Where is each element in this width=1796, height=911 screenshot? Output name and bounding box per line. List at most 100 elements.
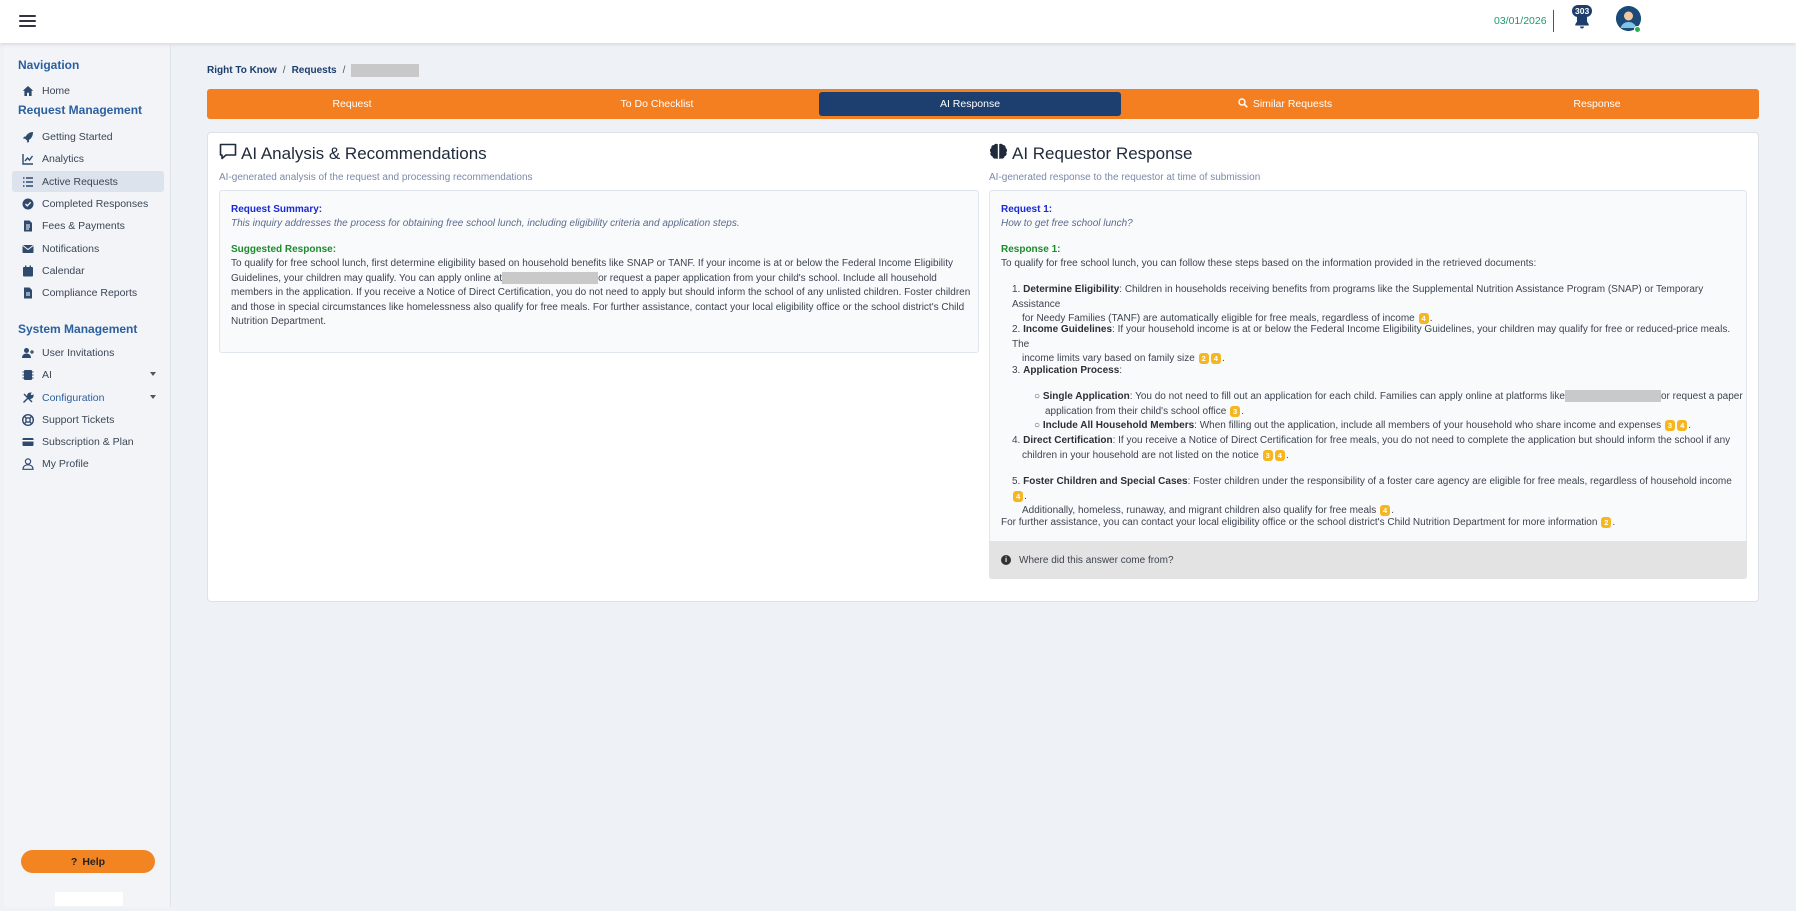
list-item-text: children in your household are not liste… (1022, 449, 1259, 461)
bullet: ○ (1034, 391, 1043, 402)
period: . (1221, 353, 1225, 364)
list-item-title: Direct Certification (1023, 435, 1113, 446)
citation-badge[interactable]: 4 (1013, 490, 1024, 502)
list-item-text: or request a paper (1660, 391, 1743, 402)
list-number: 5. (1012, 476, 1024, 487)
menu-toggle-icon[interactable] (19, 15, 36, 27)
answer-source-label: Where did this answer come from? (1019, 554, 1174, 566)
request-summary-text: This inquiry addresses the process for o… (231, 218, 740, 229)
breadcrumb-separator: / (282, 65, 286, 76)
suggested-line: Nutrition Department. (231, 316, 327, 327)
sidebar-item-calendar[interactable]: Calendar (12, 260, 164, 281)
calendar-icon (22, 265, 34, 277)
citation-badge[interactable]: 4 (1210, 353, 1221, 364)
support-icon (21, 413, 35, 426)
list-item-text: : You do not need to fill out an applica… (1129, 391, 1565, 402)
sidebar-item-user-invitations[interactable]: User Invitations (12, 342, 164, 363)
info-icon: i (1001, 555, 1011, 565)
answer-source-toggle[interactable]: i Where did this answer come from? (989, 541, 1747, 579)
tab-similar-requests[interactable]: Similar Requests (1137, 92, 1433, 116)
suggested-line: and those in special circumstances like … (231, 301, 965, 313)
notifications-bell-button[interactable]: 303 (1572, 5, 1598, 34)
citation-badge[interactable]: 2 (1601, 517, 1612, 528)
breadcrumb: Right To Know / Requests / (207, 64, 420, 77)
tools-icon (22, 391, 34, 404)
citation-badge[interactable]: 3 (1664, 420, 1676, 431)
sidebar-item-label: Configuration (42, 391, 105, 404)
response-sub-list-item: ○ Single Application: You do not need to… (1034, 390, 1744, 434)
sidebar-item-label: Analytics (42, 152, 85, 165)
question-icon: ? (70, 855, 78, 868)
request-summary-label: Request Summary: (231, 204, 323, 215)
list-icon (22, 176, 34, 188)
sidebar-item-subscription-plan[interactable]: Subscription & Plan (12, 431, 164, 452)
citation-badge[interactable]: 4 (1677, 420, 1688, 431)
sidebar-item-completed-responses[interactable]: Completed Responses (12, 193, 164, 214)
home-icon (22, 85, 34, 97)
list-item-line: 4. Direct Certification: If you receive … (1012, 434, 1742, 449)
tab-response[interactable]: Response (1447, 92, 1747, 116)
user-plus-icon (22, 347, 34, 359)
sidebar-item-notifications[interactable]: Notifications (12, 238, 164, 259)
list-item-text: : Foster children under the responsibili… (1187, 476, 1732, 487)
citation-badge[interactable]: 2 (1198, 353, 1209, 364)
list-item-line: ○ Include All Household Members: When fi… (1034, 419, 1744, 434)
list-item-text: application from their child's school of… (1045, 405, 1227, 417)
top-bar: 03/01/2026 303 (0, 0, 1796, 43)
memory-icon (22, 369, 34, 381)
list-number: 2. (1012, 324, 1024, 335)
redacted-url (502, 271, 599, 284)
sidebar-item-my-profile[interactable]: My Profile (12, 453, 164, 474)
sidebar-item-home[interactable]: Home (12, 80, 164, 101)
requestor-subtitle: AI-generated response to the requestor a… (989, 172, 1261, 183)
response-label: Response 1: (1001, 244, 1061, 255)
sidebar-item-configuration[interactable]: Configuration (12, 387, 164, 408)
sidebar-item-fees-payments[interactable]: Fees & Payments (12, 215, 164, 236)
suggested-response-label: Suggested Response: (231, 244, 337, 255)
sidebar-item-compliance-reports[interactable]: Compliance Reports (12, 282, 164, 303)
breadcrumb-link-requests[interactable]: Requests (292, 65, 337, 76)
tab-ai-response[interactable]: AI Response (819, 92, 1121, 116)
sidebar-item-active-requests[interactable]: Active Requests (12, 171, 164, 192)
suggested-line: members in the application. If you recei… (231, 287, 971, 298)
list-number: 4. (1012, 435, 1024, 446)
nav-heading-navigation: Navigation (18, 58, 80, 72)
list-item-title: Foster Children and Special Cases (1023, 476, 1188, 487)
sidebar-item-label: Notifications (42, 242, 100, 255)
sidebar-item-getting-started[interactable]: Getting Started (12, 126, 164, 147)
sidebar-item-support-tickets[interactable]: Support Tickets (12, 409, 164, 430)
tab-label: AI Response (939, 98, 1001, 110)
tab-to-do-checklist[interactable]: To Do Checklist (512, 92, 802, 116)
help-button[interactable]: ? Help (21, 850, 155, 873)
company-logo (55, 892, 123, 906)
period: . (1391, 505, 1394, 516)
list-item-line: 3. Application Process: (1012, 364, 1742, 379)
chart-line-icon (22, 153, 34, 165)
breadcrumb-link-right-to-know[interactable]: Right To Know (207, 65, 277, 76)
sidebar-item-ai[interactable]: AI (12, 364, 164, 385)
period: . (1024, 490, 1027, 502)
request-text: How to get free school lunch? (1001, 218, 1133, 229)
period: . (1688, 420, 1692, 431)
response-closing: For further assistance, you can contact … (1001, 516, 1741, 531)
list-number: 3. (1012, 365, 1024, 376)
citation-badge[interactable]: 3 (1262, 449, 1273, 461)
tab-request[interactable]: Request (207, 92, 497, 116)
response-list-item: 1. Determine Eligibility: Children in ho… (1012, 283, 1742, 327)
citation-badge[interactable]: 4 (1380, 505, 1391, 516)
citation-badge[interactable]: 4 (1274, 449, 1285, 461)
sidebar-item-analytics[interactable]: Analytics (12, 148, 164, 169)
list-item-title: Determine Eligibility (1023, 284, 1120, 295)
sidebar-item-label: Active Requests (42, 175, 118, 188)
rocket-icon (22, 131, 34, 143)
sidebar-item-label: Home (42, 84, 71, 97)
sidebar-item-label: Calendar (42, 264, 85, 277)
suggested-line-part: or request a paper application from your… (598, 272, 937, 284)
online-status-dot (1634, 26, 1641, 33)
check-circle-icon (22, 198, 34, 210)
list-item-line: 5. Foster Children and Special Cases: Fo… (1012, 475, 1742, 504)
sidebar-item-label: Fees & Payments (42, 219, 125, 232)
citation-badge[interactable]: 3 (1230, 405, 1241, 417)
list-item-line: 2. Income Guidelines: If your household … (1012, 323, 1742, 352)
sidebar-item-label: AI (42, 368, 52, 381)
